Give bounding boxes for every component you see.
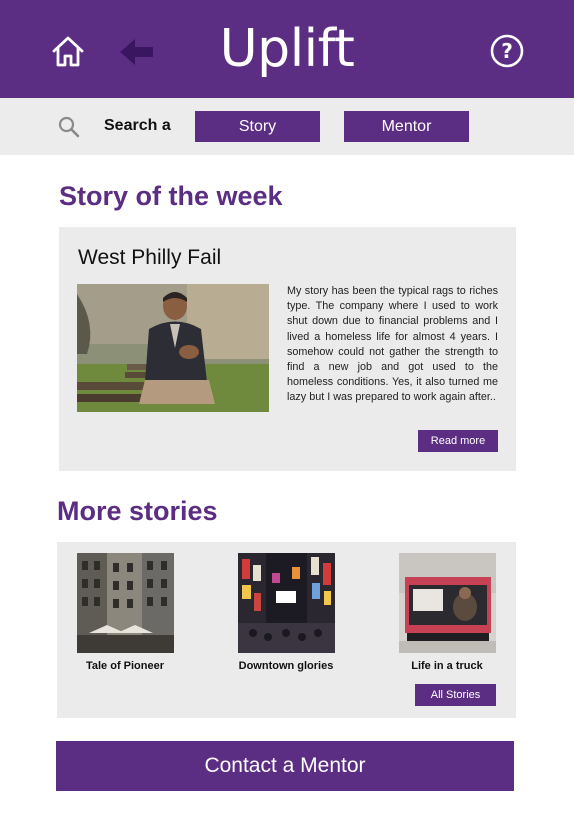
read-more-button[interactable]: Read more xyxy=(418,430,498,452)
more-stories-heading: More stories xyxy=(57,496,218,526)
search-story-button[interactable]: Story xyxy=(195,111,320,142)
story-item-title[interactable]: Downtown glories xyxy=(216,660,356,672)
search-bar: Search a Story Mentor xyxy=(0,98,574,155)
featured-story-title[interactable]: West Philly Fail xyxy=(78,246,221,270)
truck-cab-photo[interactable] xyxy=(399,553,496,653)
help-circle-icon[interactable]: ? xyxy=(488,32,526,70)
contact-mentor-button[interactable]: Contact a Mentor xyxy=(56,741,514,791)
all-stories-button[interactable]: All Stories xyxy=(415,684,496,706)
app-header: Uplift ? xyxy=(0,0,574,98)
more-stories-panel: Tale of Pioneer Downtown glories Life in… xyxy=(57,542,516,718)
man-sitting-on-bench-photo[interactable] xyxy=(77,284,269,412)
search-icon[interactable] xyxy=(57,115,81,139)
city-signs-photo[interactable] xyxy=(238,553,335,653)
story-item-title[interactable]: Life in a truck xyxy=(377,660,517,672)
featured-story-excerpt: My story has been the typical rags to ri… xyxy=(287,285,498,404)
search-label: Search a xyxy=(104,117,171,134)
featured-story-card: West Philly Fail My story has been the t… xyxy=(59,227,516,471)
search-mentor-button[interactable]: Mentor xyxy=(344,111,469,142)
story-item-title[interactable]: Tale of Pioneer xyxy=(55,660,195,672)
story-of-week-heading: Story of the week xyxy=(59,181,283,211)
svg-text:?: ? xyxy=(501,39,513,63)
old-buildings-photo[interactable] xyxy=(77,553,174,653)
